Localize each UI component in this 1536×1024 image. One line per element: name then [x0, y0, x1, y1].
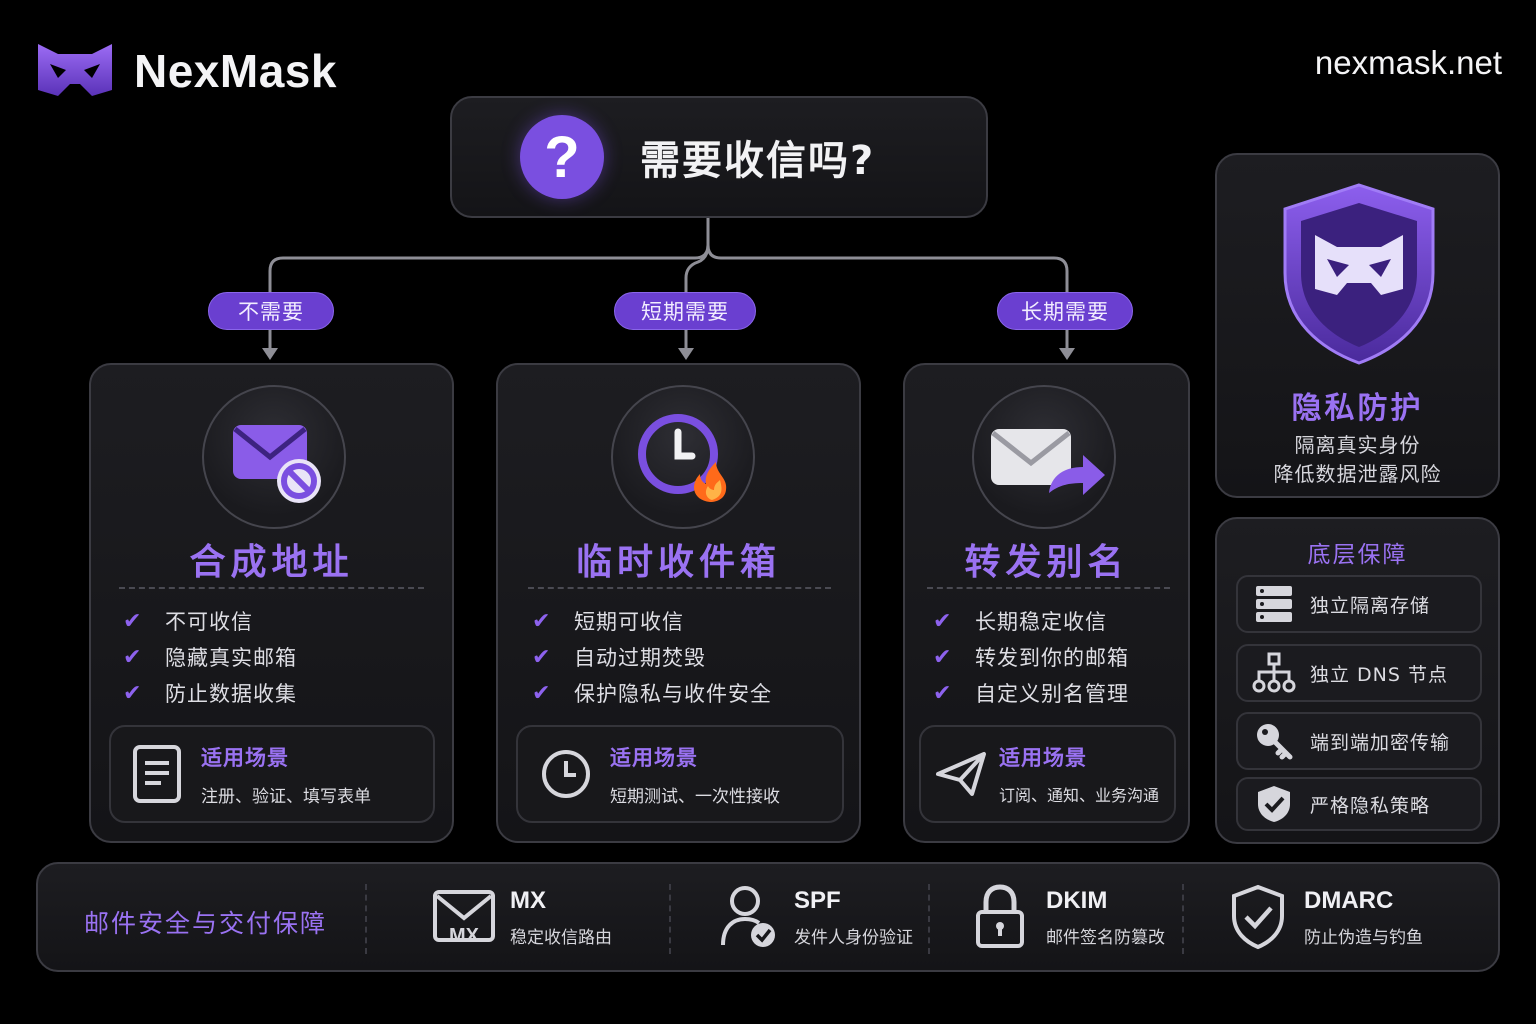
card-synthetic-address[interactable]: 合成地址 ✔ 不可收信 ✔ 隐藏真实邮箱 ✔ 防止数据收集 适用场景 注册、验证、填写… — [89, 363, 454, 843]
key-icon — [1238, 721, 1310, 761]
feature-item: ✔ 自动过期焚毁 — [532, 644, 706, 671]
protocol-name: DKIM — [1046, 886, 1108, 914]
feature-item: ✔ 隐藏真实邮箱 — [123, 644, 297, 671]
base-item-storage: 独立隔离存储 — [1236, 575, 1482, 633]
feature-item: ✔ 转发到你的邮箱 — [933, 644, 1129, 671]
lock-icon — [966, 882, 1034, 952]
card-title: 合成地址 — [189, 542, 354, 583]
check-icon: ✔ — [532, 608, 552, 634]
scenario-desc: 订阅、通知、业务沟通 — [999, 786, 1160, 805]
check-icon: ✔ — [532, 644, 552, 670]
base-item-label: 独立 DNS 节点 — [1310, 663, 1448, 686]
check-icon: ✔ — [933, 608, 953, 634]
branch-label-short: 短期需要 — [614, 292, 756, 330]
scenario-title: 适用场景 — [610, 745, 698, 770]
check-icon: ✔ — [123, 608, 143, 634]
card-title: 临时收件箱 — [575, 542, 781, 583]
privacy-line: 降低数据泄露风险 — [1273, 462, 1442, 486]
separator — [669, 884, 671, 954]
document-icon — [127, 743, 187, 805]
scenario-box: 适用场景 订阅、通知、业务沟通 — [919, 725, 1176, 823]
network-icon — [1238, 652, 1310, 694]
separator — [1182, 884, 1184, 954]
scenario-title: 适用场景 — [999, 746, 1087, 770]
protocol-desc: 发件人身份验证 — [794, 927, 913, 948]
feature-list: ✔ 长期稳定收信 ✔ 转发到你的邮箱 ✔ 自定义别名管理 — [933, 603, 1129, 711]
check-icon: ✔ — [123, 644, 143, 670]
base-item-label: 端到端加密传输 — [1310, 731, 1451, 754]
paper-plane-icon — [931, 750, 991, 798]
feature-list: ✔ 短期可收信 ✔ 自动过期焚毁 ✔ 保护隐私与收件安全 — [532, 603, 772, 711]
protocol-desc: 防止伪造与钓鱼 — [1304, 927, 1423, 948]
separator — [928, 884, 930, 954]
scenario-box: 适用场景 注册、验证、填写表单 — [109, 725, 435, 823]
question-box: ? 需要收信吗? — [450, 96, 988, 218]
protocol-dkim: DKIM 邮件签名防篡改 — [966, 882, 1165, 952]
base-guarantees-panel: 底层保障 独立隔离存储 独立 DNS 节点 端到端加密传输 严格隐私策略 — [1215, 517, 1500, 844]
feature-item: ✔ 保护隐私与收件安全 — [532, 680, 772, 707]
privacy-title: 隐私防护 — [1291, 391, 1424, 426]
base-item-policy: 严格隐私策略 — [1236, 777, 1482, 831]
security-title: 邮件安全与交付保障 — [84, 909, 328, 938]
check-icon: ✔ — [933, 644, 953, 670]
scenario-desc: 注册、验证、填写表单 — [201, 786, 371, 807]
protocol-name: DMARC — [1304, 886, 1394, 914]
svg-text:MX: MX — [449, 925, 480, 946]
email-security-bar: 邮件安全与交付保障 MX MX 稳定收信路由 SPF 发件人身份验证 DKIM … — [36, 862, 1500, 972]
protocol-name: MX — [510, 886, 546, 914]
card-divider — [528, 587, 831, 589]
card-forwarding-alias[interactable]: 转发别名 ✔ 长期稳定收信 ✔ 转发到你的邮箱 ✔ 自定义别名管理 适用场景 订阅、通… — [903, 363, 1190, 843]
clock-icon — [536, 747, 596, 801]
base-item-label: 严格隐私策略 — [1310, 794, 1431, 817]
mx-envelope-icon: MX — [430, 882, 498, 952]
card-divider — [119, 587, 424, 589]
check-icon: ✔ — [532, 680, 552, 706]
clock-fire-icon — [611, 385, 755, 529]
card-temporary-inbox[interactable]: 临时收件箱 ✔ 短期可收信 ✔ 自动过期焚毁 ✔ 保护隐私与收件安全 适用场景 短期测… — [496, 363, 861, 843]
protocol-name: SPF — [794, 886, 841, 914]
protocol-mx: MX MX 稳定收信路由 — [430, 882, 612, 952]
scenario-box: 适用场景 短期测试、一次性接收 — [516, 725, 844, 823]
question-mark-icon: ? — [520, 115, 604, 199]
branch-label-none: 不需要 — [208, 292, 334, 330]
card-divider — [927, 587, 1170, 589]
feature-item: ✔ 防止数据收集 — [123, 680, 297, 707]
base-item-encryption: 端到端加密传输 — [1236, 712, 1482, 770]
separator — [365, 884, 367, 954]
feature-item: ✔ 不可收信 — [123, 608, 253, 635]
privacy-panel: 隐私防护 隔离真实身份 降低数据泄露风险 — [1215, 153, 1500, 498]
envelope-blocked-icon — [202, 385, 346, 529]
feature-item: ✔ 长期稳定收信 — [933, 608, 1107, 635]
branch-label-long: 长期需要 — [997, 292, 1133, 330]
shield-check-icon — [1224, 882, 1292, 952]
check-icon: ✔ — [933, 680, 953, 706]
protocol-desc: 邮件签名防篡改 — [1046, 927, 1165, 948]
base-item-dns: 独立 DNS 节点 — [1236, 644, 1482, 702]
scenario-title: 适用场景 — [201, 745, 289, 770]
feature-list: ✔ 不可收信 ✔ 隐藏真实邮箱 ✔ 防止数据收集 — [123, 603, 297, 711]
privacy-line: 隔离真实身份 — [1294, 433, 1421, 457]
question-text: 需要收信吗? — [640, 138, 876, 184]
card-title: 转发别名 — [964, 542, 1129, 583]
feature-item: ✔ 短期可收信 — [532, 608, 684, 635]
server-icon — [1238, 584, 1310, 624]
protocol-desc: 稳定收信路由 — [510, 927, 612, 948]
scenario-desc: 短期测试、一次性接收 — [610, 786, 780, 807]
user-check-icon — [714, 882, 782, 952]
envelope-forward-icon — [972, 385, 1116, 529]
protocol-spf: SPF 发件人身份验证 — [714, 882, 913, 952]
shield-check-icon — [1238, 784, 1310, 824]
check-icon: ✔ — [123, 680, 143, 706]
shield-mask-icon — [1279, 181, 1439, 371]
base-title: 底层保障 — [1307, 542, 1408, 568]
feature-item: ✔ 自定义别名管理 — [933, 680, 1129, 707]
base-item-label: 独立隔离存储 — [1310, 594, 1431, 617]
protocol-dmarc: DMARC 防止伪造与钓鱼 — [1224, 882, 1423, 952]
